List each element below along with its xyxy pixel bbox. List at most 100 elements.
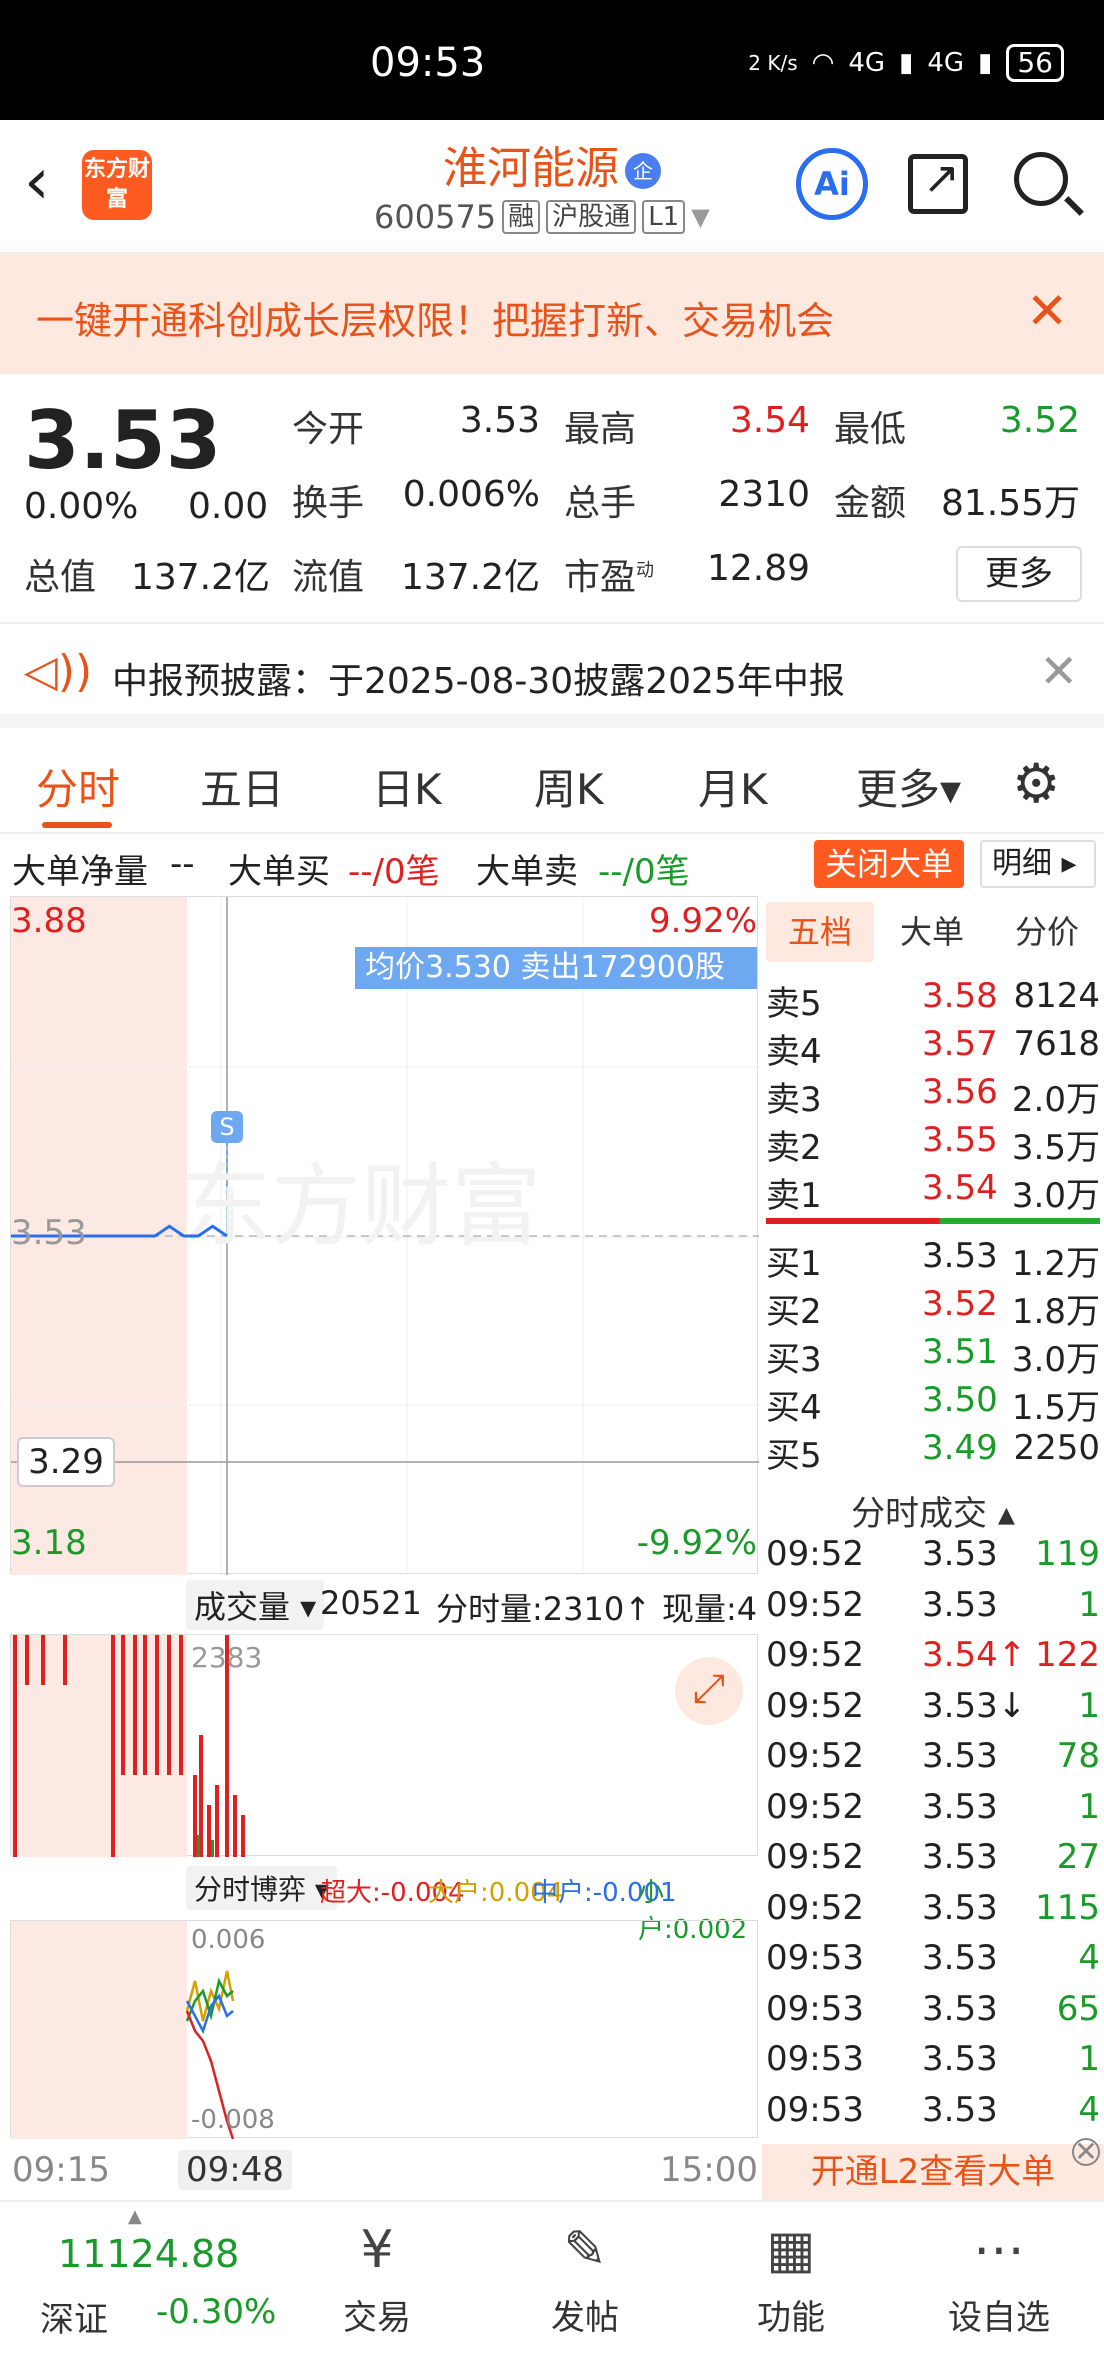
close-icon[interactable]: ✕: [1072, 2138, 1100, 2166]
ask-row[interactable]: 卖5 3.58 8124: [762, 974, 1104, 1024]
game-svg: [11, 1921, 235, 2139]
status-time: 09:53: [370, 40, 486, 86]
share-icon[interactable]: [908, 153, 968, 214]
tab-price-dist[interactable]: 分价: [992, 902, 1102, 962]
trade-volume: 1: [1078, 1685, 1100, 1726]
ask-row[interactable]: 卖4 3.57 7618: [762, 1022, 1104, 1072]
nav-add-watchlist-label: 设自选: [948, 2298, 1050, 2338]
tab-five-day[interactable]: 五日: [200, 756, 284, 817]
tab-big-orders[interactable]: 大单: [882, 902, 982, 962]
tab-weekly-k[interactable]: 周K: [534, 756, 604, 817]
nav-functions[interactable]: ▦ 功能: [726, 2210, 856, 2339]
trade-time: 09:52: [766, 1786, 864, 1827]
ask-volume: 3.5万: [1011, 1128, 1100, 1168]
game-chart[interactable]: 0.006 -0.008: [10, 1920, 758, 2139]
trade-time: 09:52: [766, 1685, 864, 1726]
signal-2: 4G: [927, 48, 965, 78]
bid-row[interactable]: 买1 3.53 1.2万: [762, 1234, 1104, 1284]
bid-row[interactable]: 买4 3.50 1.5万: [762, 1378, 1104, 1428]
detail-button[interactable]: 明细 ▸: [980, 840, 1096, 888]
volume-chart[interactable]: 2383 ⤢: [10, 1634, 758, 1857]
stock-code: 600575: [374, 198, 497, 236]
volume-total: 20521: [320, 1584, 422, 1622]
y-bottom-label: 3.18: [11, 1523, 87, 1563]
nav-functions-label: 功能: [757, 2298, 825, 2338]
nav-post-label: 发帖: [551, 2298, 619, 2338]
volume-selector[interactable]: 成交量 ▾: [186, 1580, 325, 1630]
bid-row[interactable]: 买2 3.52 1.8万: [762, 1282, 1104, 1332]
tab-more[interactable]: 更多▾: [856, 756, 961, 817]
nav-post[interactable]: ✎ 发帖: [520, 2210, 650, 2339]
ai-button[interactable]: Ai: [796, 148, 868, 220]
buy-value: --/0笔: [348, 852, 440, 892]
ask-label: 卖2: [766, 1128, 822, 1168]
notice-bar[interactable]: ◁)) 中报预披露：于2025-08-30披露2025年中报 ✕: [0, 624, 1104, 728]
bid-volume: 1.2万: [1011, 1244, 1100, 1284]
tab-monthly-k[interactable]: 月K: [698, 756, 768, 817]
ask-row[interactable]: 卖3 3.56 2.0万: [762, 1070, 1104, 1120]
close-icon[interactable]: ✕: [1039, 644, 1078, 698]
ask-row[interactable]: 卖2 3.55 3.5万: [762, 1118, 1104, 1168]
close-icon[interactable]: ✕: [1026, 282, 1068, 340]
trade-row: 09:52 3.53 78: [762, 1736, 1104, 1786]
bid-volume: 1.5万: [1011, 1388, 1100, 1428]
trade-price: 3.53: [922, 1786, 998, 1827]
watermark: 东方财富: [181, 1154, 541, 1259]
trade-time: 09:52: [766, 1736, 864, 1776]
time-start: 09:15: [12, 2150, 110, 2190]
tab-intraday[interactable]: 分时: [36, 756, 120, 817]
ask-price: 3.57: [922, 1024, 998, 1064]
notice-text: 中报预披露：于2025-08-30披露2025年中报: [112, 661, 845, 702]
pct-bottom-label: -9.92%: [636, 1523, 757, 1563]
more-button[interactable]: 更多: [956, 546, 1082, 602]
float-value: 137.2亿: [400, 557, 540, 598]
nav-add-watchlist[interactable]: ⋯ 设自选: [934, 2210, 1064, 2339]
edit-icon: ✎: [563, 2220, 607, 2280]
index-name[interactable]: 深证: [40, 2292, 108, 2341]
game-bar: 分时博弈 ▾ 超大:-0.004 大户:0.004 中户:-0.001 小户:0…: [10, 1856, 758, 1945]
trade-price: 3.53: [922, 1887, 998, 1928]
battery-icon: 56: [1006, 44, 1064, 82]
volume-label: 总手: [564, 483, 637, 524]
gear-icon[interactable]: ⚙: [1012, 752, 1060, 815]
bid-row[interactable]: 买5 3.49 2250: [762, 1426, 1104, 1476]
bid-row[interactable]: 买3 3.51 3.0万: [762, 1330, 1104, 1380]
stock-name: 淮河能源: [443, 143, 619, 194]
bid-label: 买3: [766, 1340, 822, 1380]
stock-code-row[interactable]: 600575 融 沪股通 L1 ▼: [374, 198, 710, 236]
dropdown-icon: ▼: [691, 203, 710, 231]
trade-row: 09:52 3.53 1: [762, 1787, 1104, 1837]
intraday-chart[interactable]: 东方财富 3.88 9.92% 3.53 3.18 -9.92% 均价3.530…: [10, 896, 759, 1575]
close-big-order-button[interactable]: 关闭大单: [814, 840, 964, 888]
trade-time: 09:53: [766, 2039, 864, 2079]
l2-banner[interactable]: 开通L2查看大单 ✕: [762, 2138, 1104, 2200]
sell-label: 大单卖: [476, 852, 578, 892]
amount-value: 81.55万: [940, 483, 1080, 524]
turnover-label: 换手: [292, 483, 365, 524]
tab-daily-k[interactable]: 日K: [372, 756, 442, 817]
sell-marker-icon[interactable]: S: [211, 1111, 243, 1143]
index-value[interactable]: 11124.88: [58, 2232, 239, 2276]
trade-row: 09:53 3.53 65: [762, 1989, 1104, 2039]
current-price: 3.53: [24, 394, 222, 487]
trade-volume: 119: [1035, 1534, 1100, 1574]
game-min-label: -0.008: [191, 2105, 275, 2135]
collapse-icon[interactable]: ▲: [128, 2206, 142, 2227]
game-selector[interactable]: 分时博弈 ▾: [186, 1866, 337, 1910]
order-book-panel: 五档 大单 分价 卖5 3.58 8124 卖4 3.57 7618 卖3 3.56 2.0万卖…: [762, 894, 1104, 2200]
minute-volume: 分时量:2310↑: [436, 1590, 652, 1628]
tab-five-levels[interactable]: 五档: [766, 902, 874, 962]
trades-title[interactable]: 分时成交 ▴: [762, 1486, 1104, 1535]
trade-price: 3.53: [922, 1837, 998, 1877]
expand-icon[interactable]: ⤢: [675, 1657, 743, 1725]
search-icon[interactable]: [1014, 152, 1068, 206]
trade-volume: 65: [1056, 1988, 1100, 2029]
promo-banner[interactable]: 一键开通科创成长层权限！把握打新、交易机会 ✕: [0, 254, 1104, 374]
net-label: 大单净量: [12, 852, 148, 892]
ask-row[interactable]: 卖1 3.54 3.0万: [762, 1166, 1104, 1216]
trade-row: 09:52 3.53 27: [762, 1837, 1104, 1887]
quote-panel: 3.53 0.00% 0.00 今开 3.53 最高 3.54 最低 3.52 …: [0, 374, 1104, 624]
nav-trade[interactable]: ¥ 交易: [312, 2210, 442, 2339]
tag-margin: 融: [502, 200, 541, 234]
bid-volume: 2250: [1013, 1428, 1100, 1468]
